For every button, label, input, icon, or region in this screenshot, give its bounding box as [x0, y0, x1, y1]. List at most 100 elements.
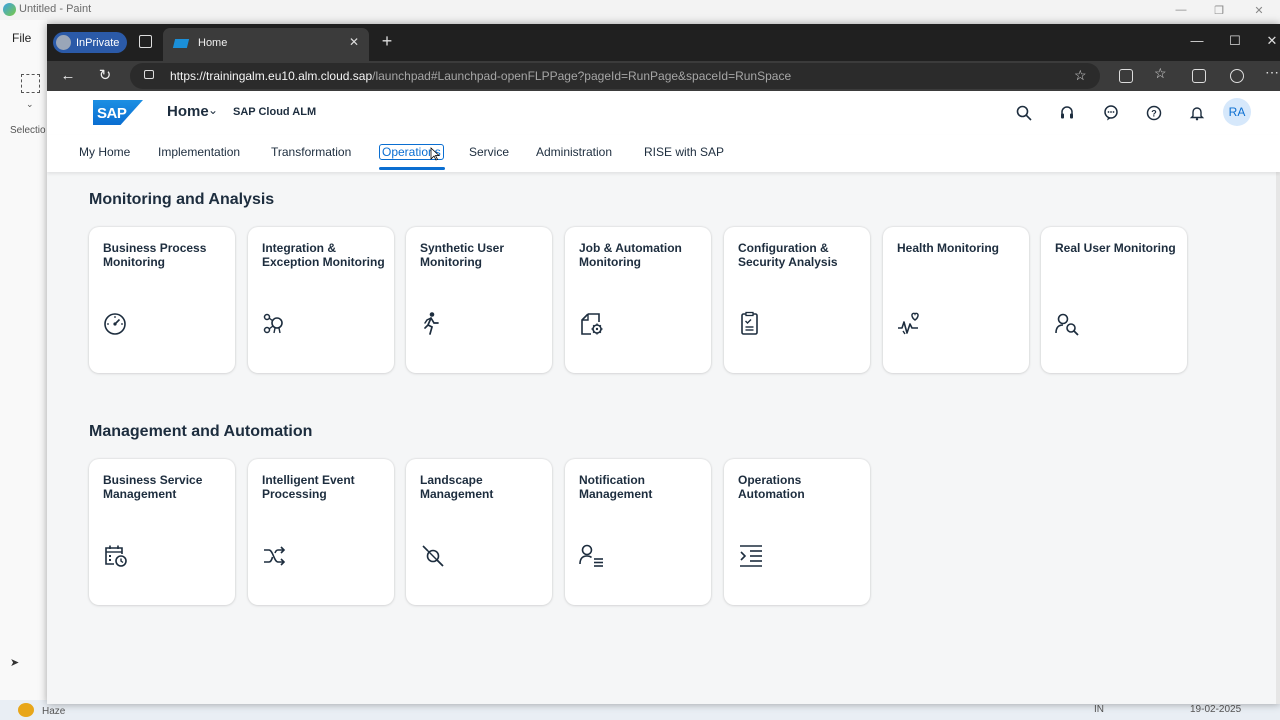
active-tab-indicator — [379, 167, 445, 170]
browser-tab-title: Home — [198, 37, 228, 49]
svg-text:?: ? — [1151, 109, 1157, 119]
shuffle-icon — [264, 546, 286, 566]
taskbar-weather-label: Haze — [42, 706, 66, 717]
collections-icon[interactable] — [1192, 69, 1206, 83]
tile-intelligent-event-processing[interactable]: Intelligent Event Processing — [248, 459, 394, 605]
tile-job-automation-monitoring[interactable]: Job & Automation Monitoring — [565, 227, 711, 373]
paint-app-icon — [3, 3, 16, 16]
tile-title: Real User Monitoring — [1055, 241, 1176, 255]
tile-business-service-management[interactable]: Business Service Management — [89, 459, 235, 605]
split-screen-icon[interactable] — [1119, 69, 1133, 83]
lock-icon[interactable] — [144, 70, 154, 79]
taskbar-language[interactable]: IN — [1094, 704, 1104, 715]
browser-tabstrip: InPrivate Home ✕ + — ☐ ✕ — [47, 24, 1280, 61]
gauge-icon — [104, 313, 126, 335]
section-title-monitoring: Monitoring and Analysis — [89, 191, 275, 208]
sap-favicon-icon — [172, 39, 190, 48]
tile-title: Job & Automation Monitoring — [579, 241, 682, 269]
tab-service[interactable]: Service — [469, 145, 509, 159]
plug-icon — [422, 545, 444, 567]
user-list-icon — [579, 544, 603, 567]
tile-integration-exception-monitoring[interactable]: Integration & Exception Monitoring — [248, 227, 394, 373]
tile-title: Business Service Management — [103, 473, 203, 501]
user-search-icon — [1055, 313, 1079, 336]
tile-synthetic-user-monitoring[interactable]: Synthetic User Monitoring — [406, 227, 552, 373]
chevron-down-icon[interactable]: ⌄ — [208, 103, 218, 117]
calendar-clock-icon — [105, 545, 127, 567]
tile-title: Configuration & Security Analysis — [738, 241, 838, 269]
page-scrollbar[interactable] — [1276, 172, 1280, 704]
browser-window: InPrivate Home ✕ + — ☐ ✕ ← ↻ https://tra… — [47, 24, 1280, 704]
tile-real-user-monitoring[interactable]: Real User Monitoring — [1041, 227, 1187, 373]
checklist-icon — [741, 311, 758, 335]
maximize-button[interactable]: ☐ — [1220, 30, 1250, 52]
browser-essentials-icon[interactable] — [1230, 69, 1244, 83]
integration-network-icon — [263, 313, 283, 334]
headset-icon[interactable] — [1056, 102, 1078, 124]
paint-selection-label: Selectio — [10, 125, 46, 136]
minimize-button[interactable]: — — [1182, 30, 1212, 52]
paint-selection-icon[interactable] — [21, 74, 40, 93]
chevron-down-icon[interactable]: ⌄ — [26, 99, 34, 110]
paint-minimize-button[interactable]: — — [1162, 0, 1200, 20]
url-path: /launchpad#Launchpad-openFLPPage?pageId=… — [372, 69, 792, 83]
tile-configuration-security-analysis[interactable]: Configuration & Security Analysis — [724, 227, 870, 373]
taskbar-date[interactable]: 19-02-2025 — [1190, 704, 1241, 715]
back-arrow-icon[interactable]: ← — [57, 65, 79, 87]
tile-notification-management[interactable]: Notification Management — [565, 459, 711, 605]
indent-list-icon — [740, 545, 762, 567]
page-title-menu[interactable]: Home — [167, 103, 209, 120]
tab-administration[interactable]: Administration — [536, 145, 612, 159]
paint-toolbar: File ⌄ Selectio ➤ — [0, 20, 47, 700]
tab-implementation[interactable]: Implementation — [158, 145, 240, 159]
address-bar[interactable]: https://trainingalm.eu10.alm.cloud.sap/l… — [130, 63, 1100, 89]
tab-my-home[interactable]: My Home — [79, 145, 130, 159]
favorites-icon[interactable]: ☆ — [1154, 65, 1167, 82]
browser-tab-home[interactable]: Home ✕ — [163, 28, 369, 61]
launchpad-content: Monitoring and Analysis Business Process… — [47, 172, 1280, 704]
refresh-icon[interactable]: ↻ — [94, 65, 116, 87]
tile-operations-automation[interactable]: Operations Automation — [724, 459, 870, 605]
sap-logo[interactable]: SAP — [93, 100, 143, 125]
running-person-icon — [424, 312, 439, 335]
tile-title: Notification Management — [579, 473, 653, 501]
weather-icon[interactable] — [18, 703, 34, 717]
tile-title: Health Monitoring — [897, 241, 999, 255]
bell-icon[interactable] — [1186, 102, 1208, 124]
tab-transformation[interactable]: Transformation — [271, 145, 351, 159]
search-icon[interactable] — [1013, 102, 1035, 124]
tile-title: Synthetic User Monitoring — [420, 241, 505, 269]
close-icon[interactable]: ✕ — [346, 34, 362, 50]
window-close-button[interactable]: ✕ — [1257, 30, 1280, 52]
url-text[interactable]: https://trainingalm.eu10.alm.cloud.sap/l… — [170, 69, 791, 83]
paint-restore-button[interactable]: ❐ — [1200, 0, 1238, 20]
sap-logo-text: SAP — [97, 105, 127, 122]
inprivate-badge[interactable]: InPrivate — [53, 32, 127, 53]
paint-window-title: Untitled - Paint — [19, 3, 92, 15]
url-host: https://trainingalm.eu10.alm.cloud.sap — [170, 69, 373, 83]
tab-rise-with-sap[interactable]: RISE with SAP — [644, 145, 724, 159]
tile-health-monitoring[interactable]: Health Monitoring — [883, 227, 1029, 373]
help-icon[interactable]: ? — [1143, 102, 1165, 124]
paint-file-menu[interactable]: File — [12, 31, 31, 45]
user-avatar[interactable]: RA — [1223, 98, 1251, 126]
tab-actions-icon[interactable] — [139, 35, 152, 48]
chat-icon[interactable] — [1100, 102, 1122, 124]
space-navigation: My Home Implementation Transformation Op… — [47, 135, 1280, 172]
section-title-management: Management and Automation — [89, 423, 313, 440]
profile-avatar-icon — [56, 35, 71, 50]
tile-title: Intelligent Event Processing — [262, 473, 355, 501]
tile-business-process-monitoring[interactable]: Business Process Monitoring — [89, 227, 235, 373]
inprivate-label: InPrivate — [76, 36, 120, 49]
pointer-cursor-icon: ➤ — [10, 657, 20, 669]
tile-title: Business Process Monitoring — [103, 241, 207, 269]
sap-shell-bar: SAP Home ⌄ SAP Cloud ALM ? RA — [47, 91, 1280, 135]
more-options-icon[interactable]: ⋯ — [1265, 64, 1279, 81]
mouse-pointer-icon — [430, 147, 440, 161]
job-gear-icon — [581, 313, 603, 335]
tile-title: Operations Automation — [738, 473, 805, 501]
paint-close-button[interactable]: ✕ — [1240, 0, 1278, 20]
new-tab-button[interactable]: + — [377, 31, 397, 51]
favorite-star-icon[interactable]: ☆ — [1074, 67, 1087, 84]
tile-landscape-management[interactable]: Landscape Management — [406, 459, 552, 605]
